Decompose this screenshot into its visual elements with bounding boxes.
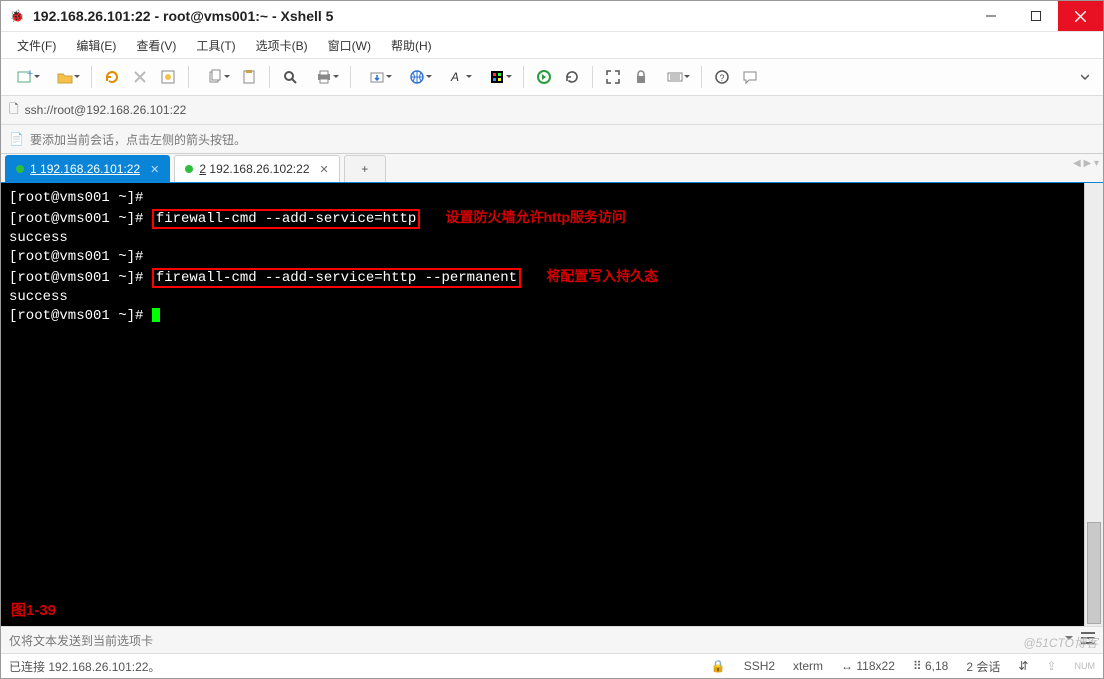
tab-session-2[interactable]: 2 192.168.26.102:22 ✕ [174,155,339,182]
close-button[interactable] [1058,1,1103,31]
keyboard-button[interactable] [657,62,693,92]
copy-button[interactable] [197,62,233,92]
status-protocol: SSH2 [744,659,775,673]
command-highlight: firewall-cmd --add-service=http [152,209,420,229]
color-button[interactable] [479,62,515,92]
status-lock-icon: 🔒 [711,659,726,673]
lock-icon: 🗋 [9,100,19,121]
tab-index: 2 [199,162,206,176]
annotation-text: 将配置写入持久态 [546,268,658,284]
tabbar: 1 192.168.26.101:22 ✕ 2 192.168.26.102:2… [1,154,1103,183]
tab-nav-arrows[interactable]: ◀ ▶ ▾ [1073,158,1099,169]
maximize-button[interactable] [1013,1,1058,31]
status-size: ↔ 118x22 [841,659,895,673]
address-text[interactable]: ssh://root@192.168.26.101:22 [25,103,187,117]
toolbar-separator [91,66,92,88]
status-num-icon: NUM [1075,661,1096,671]
cursor [152,308,160,322]
help-button[interactable]: ? [710,62,734,92]
new-session-button[interactable]: ＋ [7,62,43,92]
lock-button[interactable] [629,62,653,92]
properties-button[interactable] [156,62,180,92]
toolbar-separator [523,66,524,88]
font-button[interactable]: A [439,62,475,92]
command-highlight: firewall-cmd --add-service=http --perman… [152,268,521,288]
toolbar-overflow-button[interactable] [1073,62,1097,92]
toolbar-separator [269,66,270,88]
paste-button[interactable] [237,62,261,92]
toolbar-separator [592,66,593,88]
send-bar-hint: 仅将文本发送到当前选项卡 [9,632,153,649]
web-button[interactable] [399,62,435,92]
status-sessions: 2 会话 [966,658,1000,675]
menu-tabs[interactable]: 选项卡(B) [246,35,318,56]
status-cap-icon: ⇪ [1046,659,1056,673]
vertical-scrollbar[interactable] [1084,183,1103,626]
menu-edit[interactable]: 编辑(E) [66,35,126,56]
tab-index: 1 [30,162,37,176]
toolbar-separator [350,66,351,88]
scroll-thumb[interactable] [1087,522,1101,624]
statusbar: 已连接 192.168.26.101:22。 🔒 SSH2 xterm ↔ 11… [1,653,1103,678]
svg-text:＋: ＋ [26,69,33,78]
titlebar: 🐞 192.168.26.101:22 - root@vms001:~ - Xs… [1,1,1103,31]
terminal-area: [root@vms001 ~]# [root@vms001 ~]# firewa… [1,183,1103,626]
disconnect-button[interactable] [128,62,152,92]
window-title: 192.168.26.101:22 - root@vms001:~ - Xshe… [33,8,968,24]
status-connected: 已连接 192.168.26.101:22。 [9,658,160,675]
status-cursor-pos: ⠿ 6,18 [913,659,948,673]
menu-window[interactable]: 窗口(W) [318,35,381,56]
status-dot-icon [185,165,193,173]
menu-tools[interactable]: 工具(T) [186,35,245,56]
svg-text:A: A [450,70,459,84]
refresh-button[interactable] [560,62,584,92]
status-arrows-icon: ⇵ [1018,659,1028,673]
transfer-button[interactable] [359,62,395,92]
terminal[interactable]: [root@vms001 ~]# [root@vms001 ~]# firewa… [1,183,1084,626]
addressbar: 🗋 ssh://root@192.168.26.101:22 [1,96,1103,125]
chat-button[interactable] [738,62,762,92]
menubar: 文件(F) 编辑(E) 查看(V) 工具(T) 选项卡(B) 窗口(W) 帮助(… [1,31,1103,59]
tab-close-icon[interactable]: ✕ [150,163,159,176]
send-bar[interactable]: 仅将文本发送到当前选项卡 [1,626,1103,653]
script-button[interactable] [532,62,556,92]
menu-view[interactable]: 查看(V) [126,35,186,56]
reconnect-button[interactable] [100,62,124,92]
session-hint-text: 要添加当前会话，点击左侧的箭头按钮。 [30,131,246,148]
svg-text:?: ? [720,73,725,83]
window-buttons [968,1,1103,31]
print-button[interactable] [306,62,342,92]
tab-add-button[interactable]: + [344,155,386,182]
session-hint-bar: 📄 要添加当前会话，点击左侧的箭头按钮。 [1,125,1103,154]
app-window: 🐞 192.168.26.101:22 - root@vms001:~ - Xs… [0,0,1104,679]
app-icon: 🐞 [9,8,25,24]
tab-close-icon[interactable]: ✕ [320,163,329,176]
status-dot-icon [16,165,24,173]
menu-file[interactable]: 文件(F) [7,35,66,56]
status-termtype: xterm [793,659,823,673]
menu-help[interactable]: 帮助(H) [381,35,442,56]
figure-label: 图1-39 [11,601,56,620]
watermark: @51CTO博客 [1023,634,1098,651]
toolbar-separator [701,66,702,88]
tab-label: 192.168.26.101:22 [40,162,140,176]
minimize-button[interactable] [968,1,1013,31]
toolbar-separator [188,66,189,88]
bookmark-icon[interactable]: 📄 [9,132,24,146]
find-button[interactable] [278,62,302,92]
tab-session-1[interactable]: 1 192.168.26.101:22 ✕ [5,155,170,182]
annotation-text: 设置防火墙允许http服务访问 [446,209,626,225]
open-session-button[interactable] [47,62,83,92]
fullscreen-button[interactable] [601,62,625,92]
tab-label: 192.168.26.102:22 [209,162,309,176]
toolbar: ＋ A ? [1,59,1103,96]
